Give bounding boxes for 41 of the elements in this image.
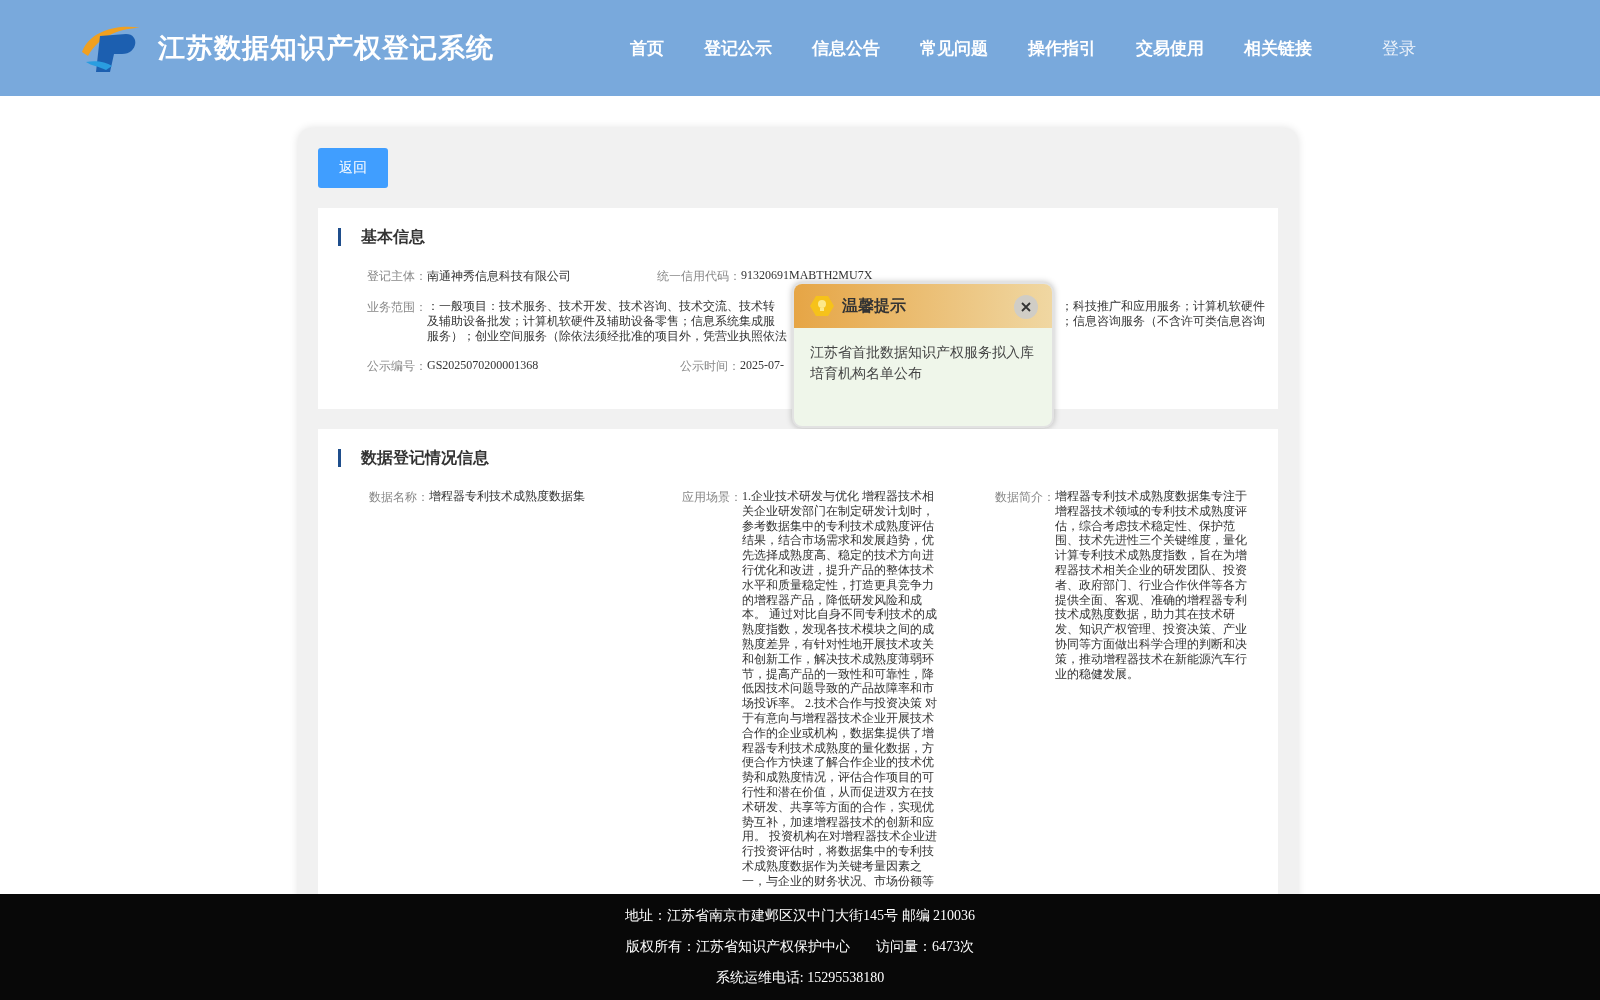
back-button[interactable]: 返回	[318, 148, 388, 188]
field-value: GS2025070200001368	[427, 358, 539, 374]
field-label: 统一信用代码：	[657, 268, 741, 285]
field-label: 数据简介：	[994, 489, 1055, 506]
scope-text: ：一般项目：技术服务、技术开发、技术咨询、技术交流、技术转	[427, 299, 776, 314]
field-label: 数据名称：	[368, 489, 429, 506]
footer-address: 地址：江苏省南京市建邺区汉中门大街145号 邮编 210036	[625, 907, 975, 925]
nav-link[interactable]: 登记公示	[684, 36, 792, 60]
field-value: 2025-07-	[740, 358, 784, 374]
nav-link[interactable]: 首页	[610, 36, 684, 60]
nav-link[interactable]: 交易使用	[1116, 36, 1224, 60]
field-value: 91320691MABTH2MU7X	[741, 268, 873, 284]
popup-message[interactable]: 江苏省首批数据知识产权服务拟入库培育机构名单公布	[794, 328, 1052, 398]
scope-text: ；信息咨询服务（不含许可类信息咨询	[1061, 314, 1265, 329]
lightbulb-icon	[810, 294, 834, 318]
close-icon	[1020, 301, 1032, 313]
field-label: 业务范围：	[367, 299, 427, 316]
footer-phone: 系统运维电话: 15295538180	[715, 969, 885, 987]
close-button[interactable]	[1014, 295, 1038, 319]
field-value: 增程器专利技术成熟度数据集专注于增程器技术领域的专利技术成熟度评估，综合考虑技术稳定性、保护范围、技术先进性三个关键维度，量化计算专利技术成熟度指数，旨在为增程器技术相关企业的研发团队、投资者、政府部门、行业合作伙伴等各方提供全面、客观、准确的增程器专利技术成熟度数据，助力其在技术研发、知识产权管理、投资决策、产业协同等方面做出科学合理的判断和决策，推动增程器技术在新能源汽车行业的稳健发展。	[1055, 489, 1248, 683]
field-label: 公示编号：	[367, 358, 427, 375]
scope-text: 及辅助设备批发；计算机软硬件及辅助设备零售；信息系统集成服	[427, 314, 776, 329]
scope-text: 服务）；创业空间服务（除依法须经批准的项目外，凭营业执照依法	[427, 329, 788, 344]
visit-count: 访问量：6473次	[876, 938, 974, 956]
field-label: 登记主体：	[367, 268, 427, 285]
section-title: 数据登记情况信息	[338, 449, 1258, 467]
field-label: 应用场景：	[681, 489, 742, 506]
field-value: 南通神秀信息科技有限公司	[427, 268, 571, 285]
site-title: 江苏数据知识产权登记系统	[158, 32, 494, 65]
scope-text: ；科技推广和应用服务；计算机软硬件	[1061, 299, 1265, 314]
nav-link[interactable]: 相关链接	[1224, 36, 1332, 60]
field-label: 公示时间：	[680, 358, 740, 375]
nav-link[interactable]: 常见问题	[900, 36, 1008, 60]
field-value: 1.企业技术研发与优化 增程器技术相关企业研发部门在制定研发计划时，参考数据集中的专利技术成熟度评估结果，结合市场需求和发展趋势，优先选择成熟度高、稳定的技术方向进行优化和改进，提升产品的整体技术水平和质量稳定性，打造更具竞争力的增程器产品，降低研发风险和成本。 通过对比自身不同专利技术的成熟度指数，发现各技术模块之间的成熟度差异，有针对性地开展技术攻关和创新工作，解决技术成熟度薄弱环节，提高产品的一致性和可靠性，降低因技术问题导致的产品故障率和市场投诉率。 2.技术合作与投资决策 对于有意向与增程器技术企业开展技术合作的企业或机构，数据集提供了增程器专利技术成熟度的量化数据，方便合作方快速了解合作企业的技术优势和成熟度情况，评估合作项目的可行性和潜在价值，从而促进双方在技术研发、共享等方面的合作，实现优势互补，加速增程器技术的创新和应用。 投资机构在对增程器技术企业进行投资评估时，将数据集中的专利技术成熟度数据作为关键考量因素之一，与企业的财务状况、市场份额等	[742, 489, 938, 889]
nav-link[interactable]: 信息公告	[792, 36, 900, 60]
section-title: 基本信息	[338, 228, 1258, 246]
popup-title: 温馨提示	[842, 295, 906, 317]
footer-copyright: 版权所有：江苏省知识产权保护中心	[626, 938, 850, 956]
nav-link[interactable]: 操作指引	[1008, 36, 1116, 60]
login-link[interactable]: 登录	[1382, 36, 1416, 60]
field-value: 增程器专利技术成熟度数据集	[429, 489, 586, 505]
